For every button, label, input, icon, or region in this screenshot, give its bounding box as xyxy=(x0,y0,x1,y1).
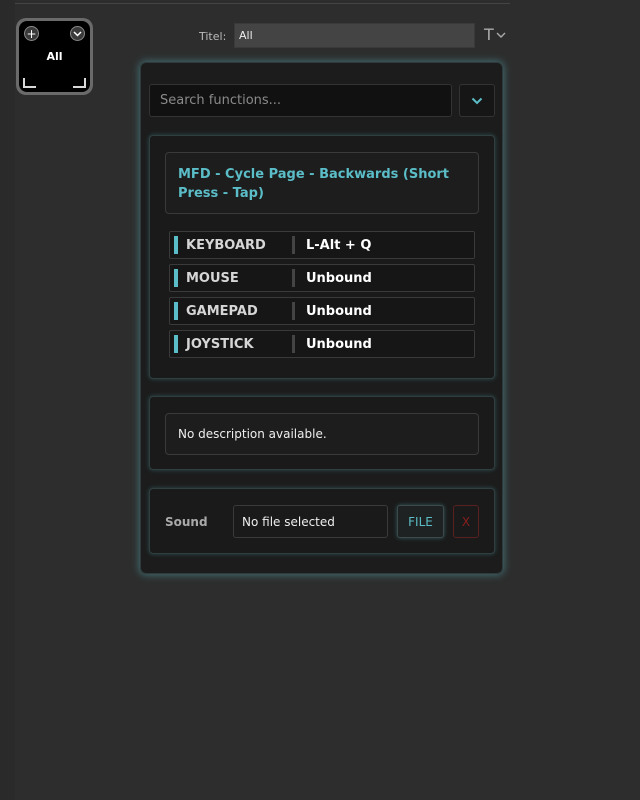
text-font-icon: T xyxy=(484,25,494,44)
chevron-down-icon xyxy=(471,97,483,104)
key-tile-face[interactable]: + All xyxy=(19,21,90,92)
binding-value: Unbound xyxy=(306,271,372,286)
font-toggle-button[interactable]: T xyxy=(484,25,506,44)
binding-separator xyxy=(292,236,295,254)
description-section: No description available. xyxy=(149,396,495,470)
sound-file-field[interactable]: No file selected xyxy=(233,505,388,538)
corner-bracket-right xyxy=(73,78,86,88)
description-text: No description available. xyxy=(165,413,479,455)
function-title: MFD - Cycle Page - Backwards (Short Pres… xyxy=(165,152,479,214)
file-button[interactable]: FILE xyxy=(397,505,444,538)
title-input[interactable] xyxy=(234,23,475,48)
binding-device: KEYBOARD xyxy=(186,238,266,253)
key-menu-chevron-icon[interactable] xyxy=(70,26,85,41)
binding-device: GAMEPAD xyxy=(186,304,258,319)
top-divider xyxy=(15,3,510,4)
title-label: Titel: xyxy=(199,30,227,43)
binding-device: MOUSE xyxy=(186,271,239,286)
binding-row-mouse[interactable]: MOUSE Unbound xyxy=(169,264,475,292)
add-icon[interactable]: + xyxy=(24,26,39,41)
binding-accent-bar xyxy=(174,269,178,287)
sound-label: Sound xyxy=(165,515,208,529)
binding-accent-bar xyxy=(174,302,178,320)
binding-row-gamepad[interactable]: GAMEPAD Unbound xyxy=(169,297,475,325)
corner-bracket-left xyxy=(23,78,36,88)
function-dropdown-button[interactable] xyxy=(459,84,495,117)
clear-sound-button[interactable]: X xyxy=(453,505,479,538)
binding-accent-bar xyxy=(174,236,178,254)
binding-value: Unbound xyxy=(306,304,372,319)
binding-separator xyxy=(292,302,295,320)
search-input[interactable] xyxy=(149,84,452,117)
binding-value: Unbound xyxy=(306,337,372,352)
function-panel: MFD - Cycle Page - Backwards (Short Pres… xyxy=(140,62,503,574)
binding-separator xyxy=(292,335,295,353)
binding-device: JOYSTICK xyxy=(186,337,254,352)
key-label: All xyxy=(46,50,63,63)
binding-row-keyboard[interactable]: KEYBOARD L-Alt + Q xyxy=(169,231,475,259)
sound-section: Sound No file selected FILE X xyxy=(149,488,495,554)
chevron-down-icon xyxy=(496,32,506,38)
function-section: MFD - Cycle Page - Backwards (Short Pres… xyxy=(149,135,495,379)
key-tile[interactable]: + All xyxy=(16,18,93,95)
binding-value: L-Alt + Q xyxy=(306,238,372,253)
binding-accent-bar xyxy=(174,335,178,353)
binding-row-joystick[interactable]: JOYSTICK Unbound xyxy=(169,330,475,358)
left-gutter xyxy=(0,0,15,800)
binding-separator xyxy=(292,269,295,287)
